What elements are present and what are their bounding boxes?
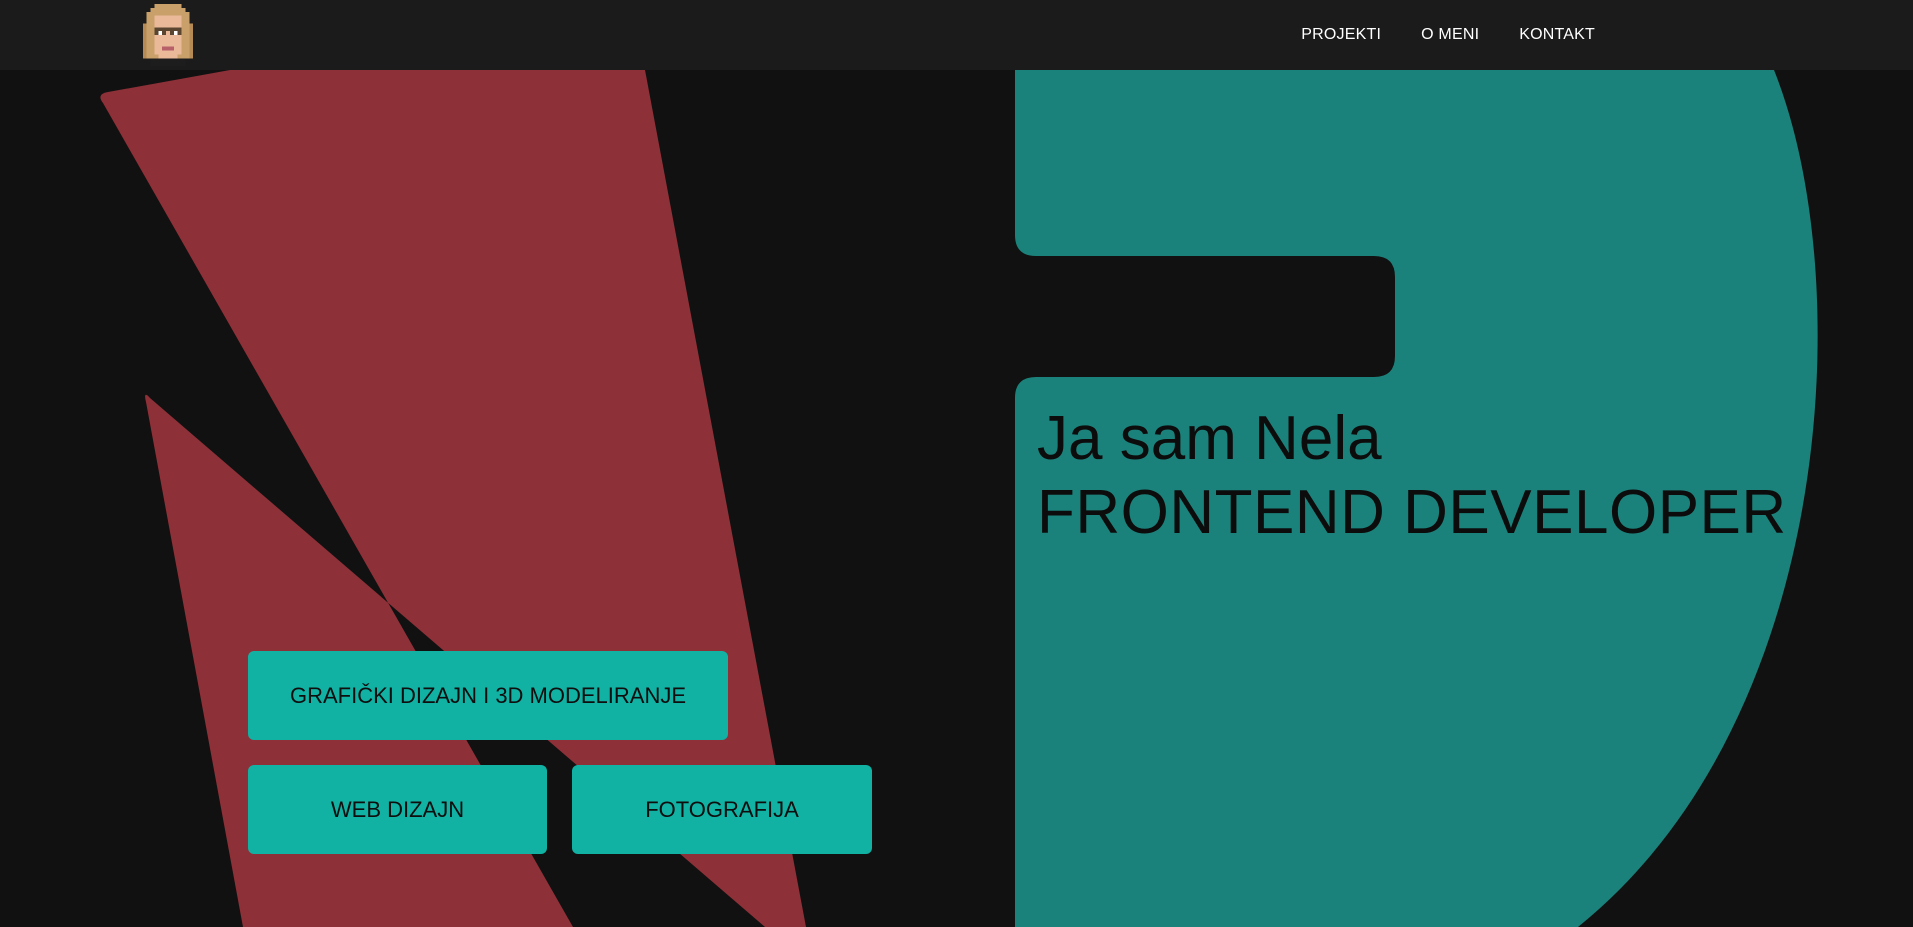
nav-links: PROJEKTI O MENI KONTAKT <box>1301 0 1595 70</box>
logo[interactable] <box>142 4 194 66</box>
top-navbar: PROJEKTI O MENI KONTAKT <box>0 0 1913 70</box>
nav-link-projekti[interactable]: PROJEKTI <box>1301 26 1381 44</box>
photography-button[interactable]: FOTOGRAFIJA <box>572 765 872 854</box>
nav-link-kontakt[interactable]: KONTAKT <box>1519 26 1595 44</box>
hero-heading: Ja sam Nela FRONTEND DEVELOPER <box>1037 402 1787 550</box>
pixel-avatar-icon <box>142 4 194 66</box>
nav-link-o-meni[interactable]: O MENI <box>1421 26 1479 44</box>
page: PROJEKTI O MENI KONTAKT Ja sam Nela FRON… <box>0 0 1913 927</box>
web-design-button[interactable]: WEB DIZAJN <box>248 765 547 854</box>
graphic-design-button[interactable]: GRAFIČKI DIZAJN I 3D MODELIRANJE <box>248 651 728 740</box>
hero-role: FRONTEND DEVELOPER <box>1037 478 1787 547</box>
hero-greeting: Ja sam Nela <box>1037 404 1382 473</box>
